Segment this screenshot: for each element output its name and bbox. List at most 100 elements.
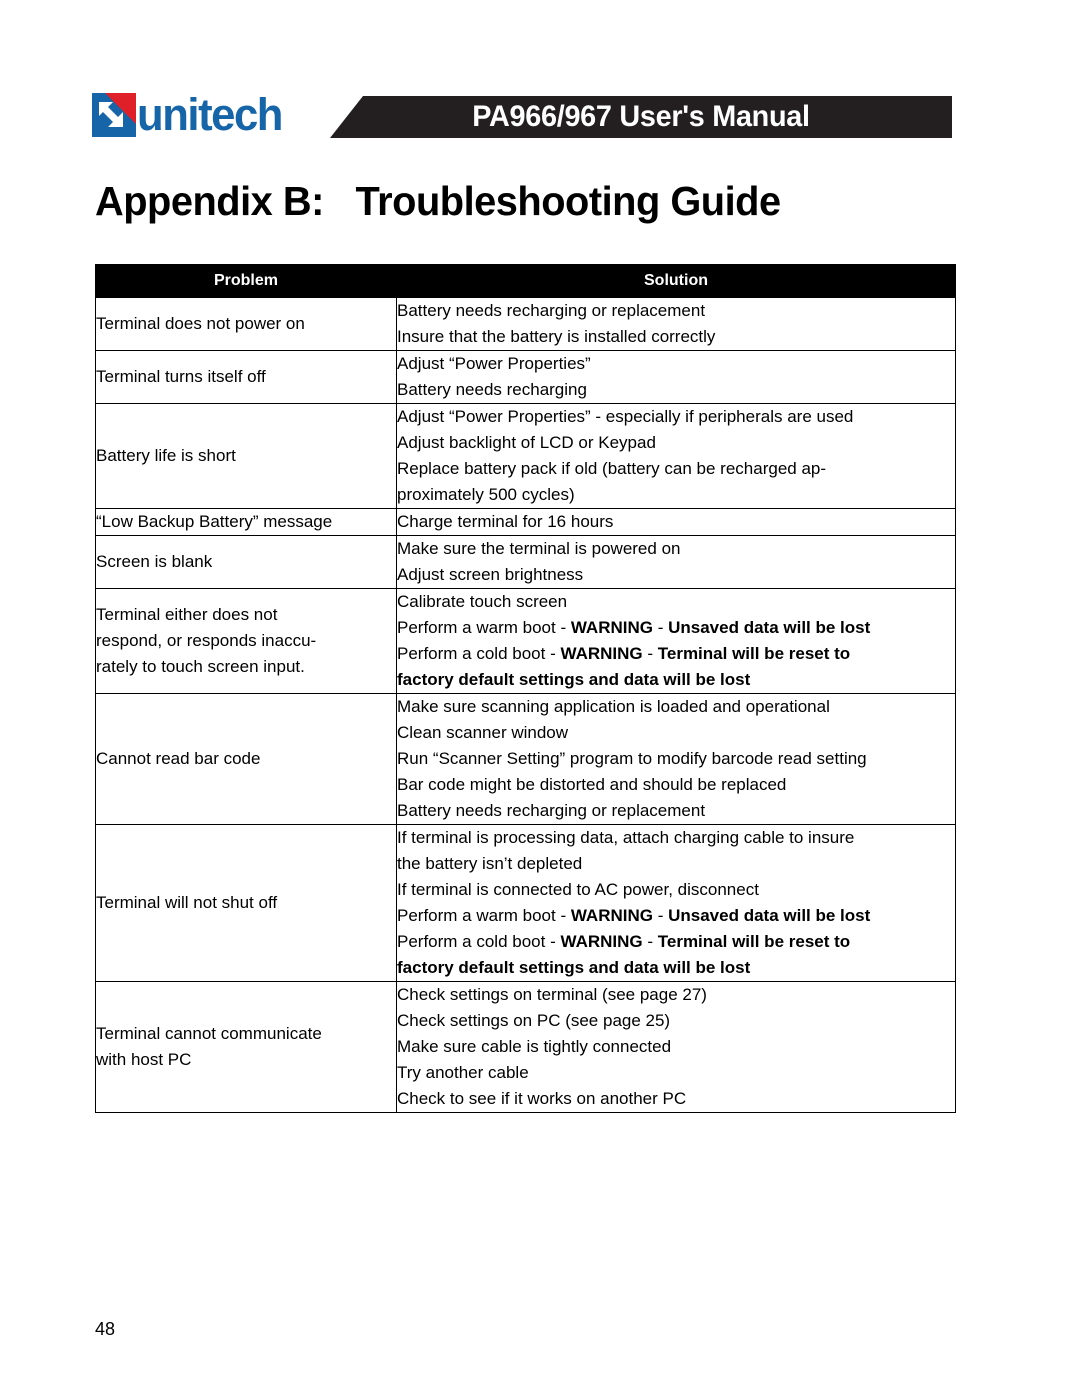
solution-line: Bar code might be distorted and should b… bbox=[397, 772, 955, 798]
problem-cell: Terminal turns itself off bbox=[95, 350, 397, 404]
column-header-solution: Solution bbox=[396, 264, 956, 298]
warning-text: WARNING bbox=[560, 644, 643, 663]
solution-text: Insure that the battery is installed cor… bbox=[397, 327, 716, 346]
solution-line: Adjust “Power Properties” bbox=[397, 351, 955, 377]
problem-cell: Terminal cannot communicate with host PC bbox=[95, 981, 397, 1113]
solution-line: Adjust “Power Properties” - especially i… bbox=[397, 404, 955, 430]
problem-line: Terminal turns itself off bbox=[96, 367, 266, 386]
solution-line: Run “Scanner Setting” program to modify … bbox=[397, 746, 955, 772]
unitech-wordmark: unitech bbox=[137, 89, 283, 140]
problem-line: rately to touch screen input. bbox=[96, 657, 305, 676]
solution-text: Bar code might be distorted and should b… bbox=[397, 775, 787, 794]
column-header-problem: Problem bbox=[95, 264, 397, 298]
problem-line: respond, or responds inaccu- bbox=[96, 631, 317, 650]
warning-text: factory default settings and data will b… bbox=[397, 958, 751, 977]
solution-line: Calibrate touch screen bbox=[397, 589, 955, 615]
solution-text: Perform a warm boot - bbox=[397, 906, 571, 925]
problem-line: Battery life is short bbox=[96, 446, 236, 465]
solution-text: Adjust “Power Properties” bbox=[397, 354, 591, 373]
table-header: Problem Solution bbox=[95, 264, 956, 298]
solution-line: the battery isn’t depleted bbox=[397, 851, 955, 877]
solution-text: Make sure the terminal is powered on bbox=[397, 539, 681, 558]
solution-text: Perform a cold boot - bbox=[397, 644, 561, 663]
problem-line: “Low Backup Battery” message bbox=[96, 512, 333, 531]
solution-line: Battery needs recharging bbox=[397, 377, 955, 403]
solution-line: Adjust screen brightness bbox=[397, 562, 955, 588]
solution-cell: Adjust “Power Properties” Battery needs r… bbox=[396, 350, 956, 404]
solution-text: Check settings on terminal (see page 27) bbox=[397, 985, 707, 1004]
table-row: Cannot read bar code Make sure scanning a… bbox=[95, 693, 956, 825]
problem-line: Terminal cannot communicate bbox=[96, 1024, 322, 1043]
solution-line: Check settings on PC (see page 25) bbox=[397, 1008, 955, 1034]
solution-cell: Check settings on terminal (see page 27)… bbox=[396, 981, 956, 1113]
troubleshooting-table: Problem Solution Terminal does not power… bbox=[95, 264, 956, 1113]
solution-line: Clean scanner window bbox=[397, 720, 955, 746]
table-row: Terminal either does not respond, or resp… bbox=[95, 588, 956, 694]
table-body: Terminal does not power on Battery needs … bbox=[95, 297, 956, 1113]
table-row: Terminal will not shut off If terminal is… bbox=[95, 824, 956, 982]
solution-text: If terminal is processing data, attach c… bbox=[397, 828, 855, 847]
warning-text: Terminal will be reset to bbox=[657, 644, 851, 663]
problem-line: Terminal will not shut off bbox=[96, 893, 278, 912]
warning-text: Unsaved data will be lost bbox=[668, 906, 871, 925]
solution-text: Run “Scanner Setting” program to modify … bbox=[397, 749, 867, 768]
problem-line: Screen is blank bbox=[96, 552, 213, 571]
table-row: Terminal cannot communicate with host PC C… bbox=[95, 981, 956, 1113]
solution-text: - bbox=[642, 932, 658, 951]
solution-text: - bbox=[653, 618, 669, 637]
unitech-logo: unitech bbox=[92, 90, 287, 140]
solution-line: Make sure cable is tightly connected bbox=[397, 1034, 955, 1060]
solution-text: Check to see if it works on another PC bbox=[397, 1089, 687, 1108]
solution-text: Adjust “Power Properties” - especially i… bbox=[397, 407, 854, 426]
solution-text: Perform a cold boot - bbox=[397, 932, 561, 951]
solution-text: proximately 500 cycles) bbox=[397, 485, 575, 504]
problem-cell: Screen is blank bbox=[95, 535, 397, 589]
unitech-arrow-mark-icon bbox=[92, 93, 136, 137]
problem-line: Terminal does not power on bbox=[96, 314, 305, 333]
problem-cell: “Low Backup Battery” message bbox=[95, 508, 397, 536]
solution-text: Check settings on PC (see page 25) bbox=[397, 1011, 671, 1030]
problem-cell: Terminal will not shut off bbox=[95, 824, 397, 982]
solution-line: proximately 500 cycles) bbox=[397, 482, 955, 508]
solution-cell: Calibrate touch screen Perform a warm boo… bbox=[396, 588, 956, 694]
solution-text: Calibrate touch screen bbox=[397, 592, 568, 611]
troubleshooting-table-wrapper: Problem Solution Terminal does not power… bbox=[95, 264, 956, 1113]
solution-line: Check to see if it works on another PC bbox=[397, 1086, 955, 1112]
table-row: Screen is blank Make sure the terminal is… bbox=[95, 535, 956, 589]
solution-line: If terminal is connected to AC power, di… bbox=[397, 877, 955, 903]
warning-text: Unsaved data will be lost bbox=[668, 618, 871, 637]
solution-line: Battery needs recharging or replacement bbox=[397, 798, 955, 824]
solution-line: Try another cable bbox=[397, 1060, 955, 1086]
solution-text: Battery needs recharging or replacement bbox=[397, 301, 706, 320]
solution-line: If terminal is processing data, attach c… bbox=[397, 825, 955, 851]
table-row: Battery life is short Adjust “Power Prope… bbox=[95, 403, 956, 509]
solution-text: If terminal is connected to AC power, di… bbox=[397, 880, 759, 899]
solution-cell: Battery needs recharging or replacement I… bbox=[396, 297, 956, 351]
solution-text: - bbox=[642, 644, 658, 663]
solution-line: factory default settings and data will b… bbox=[397, 667, 955, 693]
warning-text: WARNING bbox=[560, 932, 643, 951]
table-header-row: Problem Solution bbox=[95, 264, 956, 298]
solution-line: Check settings on terminal (see page 27) bbox=[397, 982, 955, 1008]
solution-line: Perform a cold boot - WARNING - Terminal… bbox=[397, 929, 955, 955]
solution-text: Make sure scanning application is loaded… bbox=[397, 697, 830, 716]
page-header: unitech PA966/967 User's Manual bbox=[0, 90, 1080, 146]
solution-text: Charge terminal for 16 hours bbox=[397, 512, 614, 531]
page-number: 48 bbox=[95, 1319, 116, 1339]
warning-text: factory default settings and data will b… bbox=[397, 670, 751, 689]
solution-text: Replace battery pack if old (battery can… bbox=[397, 459, 827, 478]
solution-line: factory default settings and data will b… bbox=[397, 955, 955, 981]
manual-title: PA966/967 User's Manual bbox=[472, 100, 810, 133]
solution-line: Make sure the terminal is powered on bbox=[397, 536, 955, 562]
warning-text: WARNING bbox=[570, 618, 653, 637]
table-row: Terminal does not power on Battery needs … bbox=[95, 297, 956, 351]
solution-text: Adjust backlight of LCD or Keypad bbox=[397, 433, 656, 452]
table-row: “Low Backup Battery” message Charge termi… bbox=[95, 508, 956, 536]
solution-line: Charge terminal for 16 hours bbox=[397, 509, 955, 535]
solution-line: Make sure scanning application is loaded… bbox=[397, 694, 955, 720]
solution-text: Try another cable bbox=[397, 1063, 529, 1082]
table-row: Terminal turns itself off Adjust “Power P… bbox=[95, 350, 956, 404]
solution-line: Insure that the battery is installed cor… bbox=[397, 324, 955, 350]
problem-cell: Battery life is short bbox=[95, 403, 397, 509]
manual-title-banner: PA966/967 User's Manual bbox=[330, 96, 952, 138]
